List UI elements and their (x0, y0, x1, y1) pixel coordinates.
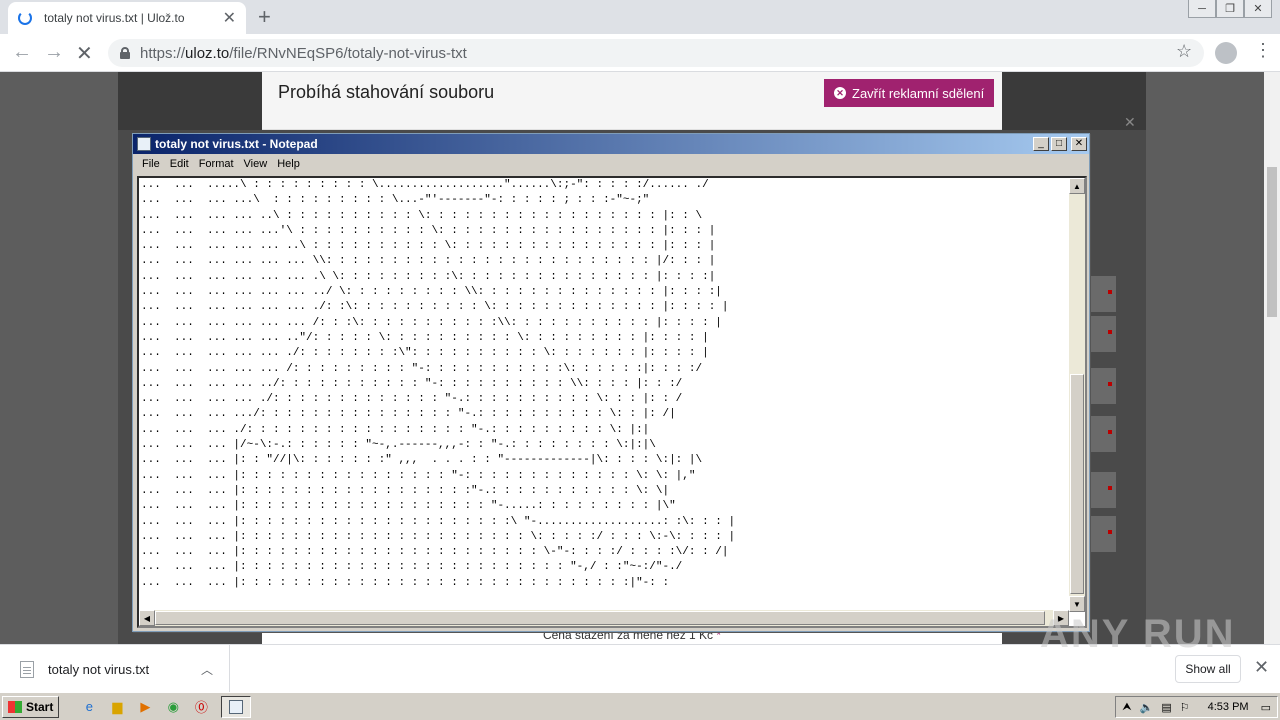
internet-explorer-icon[interactable]: e (79, 697, 99, 717)
restore-button[interactable]: ❐ (1216, 0, 1244, 18)
page-side-item (1090, 416, 1116, 452)
ad-modal-header: Probíhá stahování souboru ✕ Zavřít rekla… (262, 72, 1002, 130)
loading-spinner-icon (18, 11, 32, 25)
page-side-item (1090, 368, 1116, 404)
action-center-flag-icon[interactable]: ⚐ (1180, 701, 1190, 714)
start-button[interactable]: Start (2, 695, 60, 718)
start-label: Start (26, 699, 54, 714)
notepad-vertical-thumb[interactable] (1070, 374, 1084, 594)
forward-arrow-icon[interactable]: → (44, 41, 64, 64)
notepad-vertical-scrollbar[interactable]: ▲ ▼ (1069, 178, 1085, 612)
browser-toolbar: ← → ✕ https://uloz.to/file/RNvNEqSP6/tot… (0, 34, 1280, 72)
download-file-name: totaly not virus.txt (48, 661, 150, 677)
ad-modal-title: Probíhá stahování souboru (278, 82, 495, 102)
folder-icon[interactable]: ▆ (107, 697, 127, 717)
windows-flag-icon (8, 700, 22, 713)
text-file-icon (20, 660, 34, 678)
show-all-button[interactable]: Show all (1175, 655, 1241, 683)
media-player-icon[interactable]: ▶ (135, 697, 155, 717)
back-arrow-icon[interactable]: ← (12, 41, 32, 64)
lock-icon (120, 47, 130, 59)
bookmark-star-icon[interactable]: ☆ (1176, 41, 1192, 62)
notepad-text-area[interactable]: ... ... .....\ : : : : : : : : : \......… (137, 176, 1087, 628)
address-bar[interactable]: https://uloz.to/file/RNvNEqSP6/totaly-no… (108, 39, 1204, 67)
system-tray: ⮝ 🔈 ▤ ⚐ 4:53 PM ▭ (1115, 696, 1278, 718)
url-scheme: https:// (140, 44, 186, 62)
opera-icon[interactable]: ⓪ (191, 697, 211, 717)
tab-close-icon[interactable]: ✕ (223, 8, 236, 28)
url-host: uloz.to (185, 44, 230, 62)
network-icon[interactable]: ▤ (1161, 701, 1171, 714)
scroll-down-arrow-icon[interactable]: ▼ (1069, 596, 1085, 612)
tab-title: totaly not virus.txt | Ulož.to (44, 11, 185, 25)
page-scrollbar[interactable] (1264, 72, 1280, 644)
notepad-horizontal-scrollbar[interactable]: ◀ ▶ (139, 610, 1069, 626)
profile-avatar-icon[interactable] (1215, 42, 1237, 64)
notepad-titlebar[interactable]: totaly not virus.txt - Notepad _ □ ✕ (133, 134, 1089, 154)
chrome-menu-icon[interactable]: ⋮ (1254, 40, 1272, 61)
notepad-task-icon (229, 699, 244, 714)
download-item[interactable]: totaly not virus.txt ︿ (0, 645, 230, 693)
notepad-taskbar-button[interactable] (221, 695, 252, 718)
close-shelf-icon[interactable]: ✕ (1254, 657, 1269, 678)
stop-loading-icon[interactable]: ✕ (76, 41, 93, 66)
page-scrollbar-thumb[interactable] (1267, 167, 1277, 317)
url-text[interactable]: https://uloz.to/file/RNvNEqSP6/totaly-no… (140, 45, 467, 62)
clock: 4:53 PM (1207, 701, 1249, 713)
menu-file[interactable]: File (137, 158, 165, 170)
notepad-icon (137, 137, 151, 151)
close-ad-label: Zavřít reklamní sdělení (852, 85, 985, 101)
new-tab-button[interactable]: + (258, 4, 271, 30)
notepad-window: totaly not virus.txt - Notepad _ □ ✕ Fil… (132, 133, 1090, 632)
close-circle-icon: ✕ (834, 87, 846, 99)
page-side-item (1090, 276, 1116, 312)
notepad-horizontal-thumb[interactable] (155, 611, 1045, 625)
anyrun-watermark: ANY RUN (1040, 612, 1236, 656)
url-path: /file/RNvNEqSP6/totaly-not-virus-txt (229, 44, 467, 62)
menu-help[interactable]: Help (272, 158, 305, 170)
tab-strip: totaly not virus.txt | Ulož.to ✕ + ─ ❐ ✕ (0, 0, 1280, 34)
menu-edit[interactable]: Edit (165, 158, 194, 170)
browser-tab[interactable]: totaly not virus.txt | Ulož.to ✕ (8, 2, 246, 34)
show-desktop-icon[interactable]: ▭ (1261, 701, 1271, 714)
notepad-title: totaly not virus.txt - Notepad (155, 137, 318, 151)
scroll-up-arrow-icon[interactable]: ▲ (1069, 178, 1085, 194)
page-side-item (1090, 316, 1116, 352)
menu-view[interactable]: View (239, 158, 273, 170)
chevron-up-icon[interactable]: ︿ (201, 661, 213, 678)
page-close-icon[interactable]: ✕ (1124, 114, 1136, 131)
close-ad-button[interactable]: ✕ Zavřít reklamní sdělení (824, 79, 995, 107)
scroll-left-arrow-icon[interactable]: ◀ (139, 610, 155, 626)
volume-icon[interactable]: 🔈 (1140, 701, 1154, 714)
notepad-menubar: File Edit Format View Help (133, 154, 1089, 174)
notepad-maximize-button[interactable]: □ (1051, 137, 1067, 151)
close-window-button[interactable]: ✕ (1244, 0, 1272, 18)
tray-expand-icon[interactable]: ⮝ (1122, 701, 1131, 714)
chrome-icon[interactable]: ◉ (163, 697, 183, 717)
page-side-item (1090, 516, 1116, 552)
windows-taskbar: Start e ▆ ▶ ◉ ⓪ ⮝ 🔈 ▤ ⚐ 4:53 PM ▭ (0, 692, 1280, 720)
page-side-item (1090, 472, 1116, 508)
minimize-button[interactable]: ─ (1188, 0, 1216, 18)
notepad-minimize-button[interactable]: _ (1033, 137, 1049, 151)
window-controls: ─ ❐ ✕ (1188, 0, 1272, 18)
notepad-close-button[interactable]: ✕ (1071, 137, 1087, 151)
notepad-content[interactable]: ... ... .....\ : : : : : : : : : \......… (141, 178, 1069, 608)
menu-format[interactable]: Format (194, 158, 239, 170)
